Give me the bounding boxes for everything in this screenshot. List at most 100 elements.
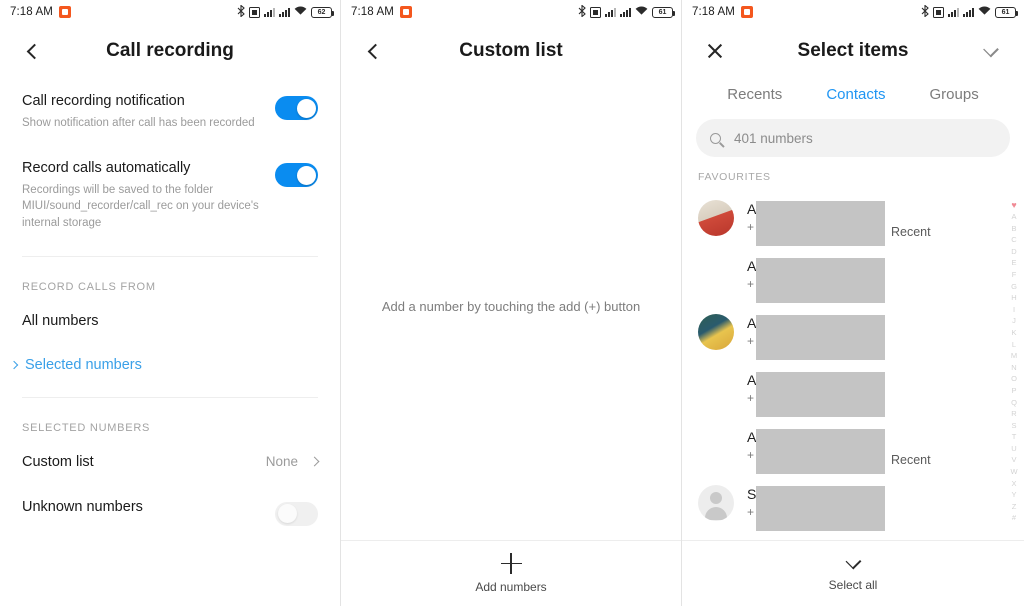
contact-row[interactable]: A + xyxy=(682,303,1024,360)
index-letter[interactable]: O xyxy=(1011,373,1017,385)
index-letter[interactable]: S xyxy=(1011,420,1016,432)
setting-record-calls-automatically[interactable]: Record calls automatically Recordings wi… xyxy=(0,145,340,246)
index-letter[interactable]: C xyxy=(1011,234,1016,246)
custom-list-value: None xyxy=(265,454,298,470)
sd-card-icon xyxy=(249,6,260,18)
setting-call-recording-notification[interactable]: Call recording notification Show notific… xyxy=(0,78,340,145)
wifi-icon xyxy=(294,6,307,19)
section-divider xyxy=(22,255,318,257)
signal-1-icon xyxy=(948,7,959,17)
status-bar: 7:18 AM 61 xyxy=(341,0,681,24)
confirm-button[interactable] xyxy=(974,34,1008,68)
index-letter[interactable]: Z xyxy=(1012,501,1017,513)
redaction-overlay xyxy=(756,314,885,360)
avatar xyxy=(698,371,734,407)
back-chevron-icon xyxy=(367,43,384,59)
app-bar: Custom list xyxy=(341,24,681,78)
index-letter[interactable]: L xyxy=(1012,339,1016,351)
index-letter[interactable]: V xyxy=(1011,454,1016,466)
setting-title: Call recording notification xyxy=(22,93,185,109)
bluetooth-icon xyxy=(921,3,929,20)
battery-icon: 61 xyxy=(995,6,1018,18)
index-letter[interactable]: I xyxy=(1013,304,1015,316)
back-button[interactable] xyxy=(357,34,391,68)
index-letter[interactable]: Q xyxy=(1011,397,1017,409)
redaction-overlay xyxy=(756,257,885,303)
index-letter[interactable]: A xyxy=(1011,211,1016,223)
index-letter[interactable]: P xyxy=(1011,385,1016,397)
panel-call-recording: 7:18 AM 62 Call recording Call recording… xyxy=(0,0,341,606)
index-letter[interactable]: G xyxy=(1011,281,1017,293)
call-recording-notification-toggle[interactable] xyxy=(275,96,318,120)
record-calls-automatically-toggle[interactable] xyxy=(275,163,318,188)
three-panel-screenshot: 7:18 AM 62 Call recording Call recording… xyxy=(0,0,1024,606)
index-letter[interactable]: R xyxy=(1011,408,1016,420)
index-letter[interactable]: H xyxy=(1011,292,1016,304)
index-letter[interactable]: X xyxy=(1011,478,1016,490)
check-icon xyxy=(983,41,999,57)
add-numbers-label: Add numbers xyxy=(475,580,547,594)
index-letter[interactable]: U xyxy=(1011,443,1016,455)
tab-groups[interactable]: Groups xyxy=(930,86,979,103)
contact-badge: Recent xyxy=(891,224,931,239)
setting-custom-list[interactable]: Custom list None xyxy=(0,440,340,484)
alphabet-index[interactable]: ♥ A B C D E F G H I J K L M N O P Q R S … xyxy=(1007,200,1021,524)
notification-app-icon xyxy=(58,6,71,18)
index-letter[interactable]: W xyxy=(1010,466,1017,478)
notification-app-icon xyxy=(740,6,753,18)
index-letter[interactable]: N xyxy=(1011,362,1016,374)
page-title: Custom list xyxy=(459,40,563,61)
search-input[interactable]: 401 numbers xyxy=(696,119,1010,157)
tab-recents[interactable]: Recents xyxy=(727,86,782,103)
index-letter[interactable]: J xyxy=(1012,315,1016,327)
setting-unknown-numbers[interactable]: Unknown numbers xyxy=(0,484,340,540)
signal-1-icon xyxy=(605,7,616,17)
close-button[interactable] xyxy=(698,34,732,68)
option-label: Selected numbers xyxy=(25,356,142,373)
signal-2-icon xyxy=(620,7,631,17)
index-letter[interactable]: F xyxy=(1012,269,1017,281)
custom-list-label: Custom list xyxy=(22,453,94,470)
back-button[interactable] xyxy=(16,34,50,68)
settings-list: Call recording notification Show notific… xyxy=(0,78,340,540)
index-letter[interactable]: M xyxy=(1011,350,1017,362)
status-bar-time: 7:18 AM xyxy=(10,6,53,18)
contact-badge: Recent xyxy=(891,452,931,467)
signal-2-icon xyxy=(279,7,290,17)
contact-row[interactable]: A + xyxy=(682,360,1024,417)
index-letter[interactable]: D xyxy=(1011,246,1016,258)
battery-level: 62 xyxy=(317,8,326,16)
select-all-button[interactable]: Select all xyxy=(682,540,1024,606)
index-letter[interactable]: T xyxy=(1012,431,1017,443)
wifi-icon xyxy=(978,6,991,19)
chevron-right-icon xyxy=(9,360,19,370)
avatar xyxy=(698,313,734,350)
search-placeholder: 401 numbers xyxy=(734,130,813,146)
index-letter[interactable]: # xyxy=(1012,512,1016,524)
check-icon xyxy=(845,553,861,569)
contact-row[interactable]: A + xyxy=(682,246,1024,303)
avatar xyxy=(698,199,734,236)
add-numbers-button[interactable]: Add numbers xyxy=(341,540,681,606)
battery-icon: 62 xyxy=(311,6,334,18)
unknown-numbers-toggle[interactable] xyxy=(275,501,318,526)
sd-card-icon xyxy=(590,6,601,18)
index-letter[interactable]: B xyxy=(1011,223,1016,235)
page-title: Select items xyxy=(797,40,909,61)
chevron-right-icon xyxy=(309,456,320,467)
contact-row[interactable]: S + xyxy=(682,474,1024,531)
contact-row[interactable]: A + Recent xyxy=(682,189,1024,246)
setting-subtitle: Recordings will be saved to the folder M… xyxy=(22,183,259,230)
index-letter[interactable]: Y xyxy=(1011,489,1016,501)
index-letter[interactable]: K xyxy=(1011,327,1016,339)
back-chevron-icon xyxy=(26,43,43,59)
app-bar: Select items xyxy=(682,24,1024,78)
avatar xyxy=(698,257,734,293)
tab-contacts[interactable]: Contacts xyxy=(826,86,885,103)
index-letter[interactable]: E xyxy=(1011,257,1016,269)
contact-row[interactable]: A + Recent xyxy=(682,417,1024,474)
option-selected-numbers[interactable]: Selected numbers xyxy=(0,343,340,387)
wifi-icon xyxy=(635,6,648,19)
tab-bar: Recents Contacts Groups xyxy=(682,78,1024,117)
option-all-numbers[interactable]: All numbers xyxy=(0,299,340,343)
